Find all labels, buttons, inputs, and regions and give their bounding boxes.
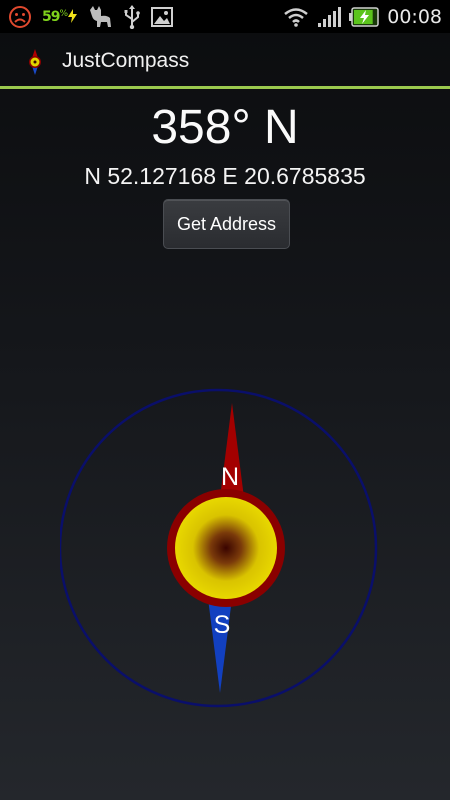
battery-percent-suffix: % (59, 9, 69, 19)
wifi-icon (284, 8, 309, 27)
compass-needle: N S (167, 403, 285, 693)
status-bar-right: 00:08 (283, 4, 442, 30)
lightning-icon (68, 9, 78, 23)
north-label: N (221, 463, 239, 491)
signal-icon (318, 7, 342, 27)
app-title: JustCompass (62, 49, 190, 72)
status-bar-left: 59 % (8, 4, 174, 30)
cat-icon (90, 6, 112, 27)
status-bar: 59 % 00:08 (0, 0, 450, 33)
compass-hub (175, 497, 277, 599)
south-label: S (214, 611, 231, 639)
compass-dial: N S (60, 388, 378, 708)
heading-readout: 358° N (151, 101, 299, 154)
image-icon (151, 7, 174, 27)
action-bar: JustCompass (0, 33, 450, 89)
get-address-button[interactable]: Get Address (163, 199, 290, 249)
sad-face-icon (9, 6, 31, 28)
battery-percent-indicator: 59 % (42, 9, 78, 25)
coordinates-readout: N 52.127168 E 20.6785835 (84, 163, 366, 189)
battery-percent: 59 (42, 9, 61, 25)
compass-app-icon[interactable] (26, 49, 44, 75)
battery-icon (349, 7, 379, 27)
clock: 00:08 (387, 6, 442, 28)
usb-icon (124, 5, 140, 29)
